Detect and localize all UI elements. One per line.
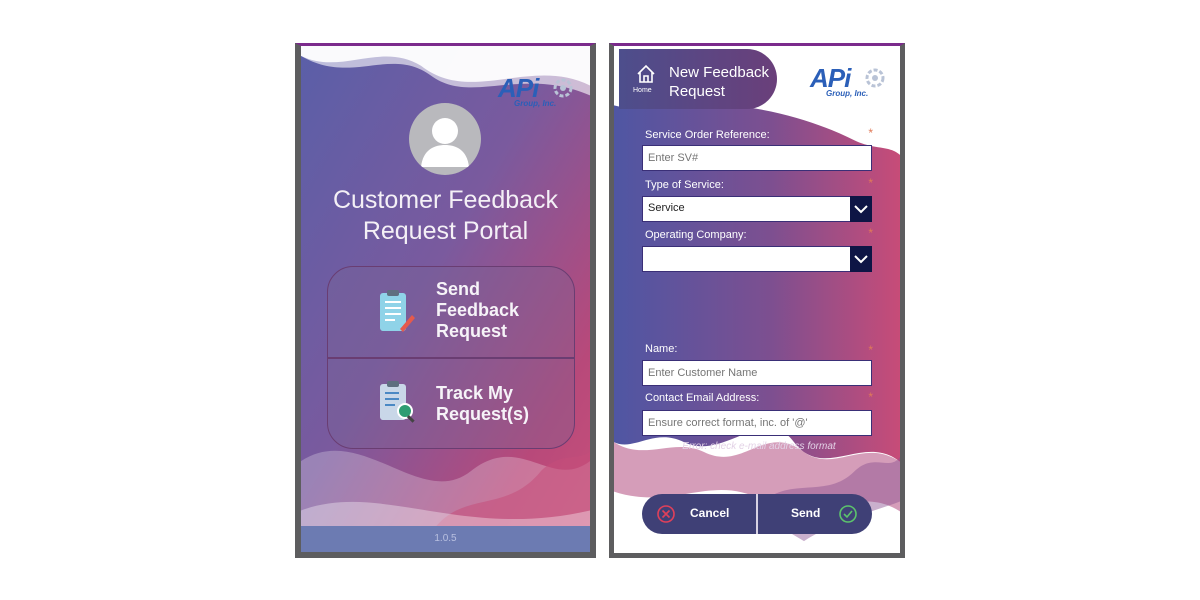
track-requests-label-line-1: Track My bbox=[436, 383, 514, 403]
portal-menu: Send Feedback Request Track My Request(s… bbox=[327, 266, 575, 449]
new-feedback-request-screen: Home New Feedback Request APi Group, Inc… bbox=[609, 43, 905, 558]
gear-icon bbox=[553, 78, 573, 98]
required-marker: * bbox=[868, 126, 873, 140]
portal-home-screen: APi Group, Inc. Customer Feedback Reques… bbox=[295, 43, 596, 558]
operating-company-label: Operating Company: bbox=[645, 229, 747, 241]
logo-subtext: Group, Inc. bbox=[826, 89, 869, 98]
cancel-x-icon bbox=[657, 505, 675, 523]
logo-text: APi bbox=[498, 73, 539, 103]
chevron-down-icon[interactable] bbox=[850, 195, 872, 222]
home-label: Home bbox=[633, 87, 652, 94]
service-type-label: Type of Service: bbox=[645, 179, 724, 191]
required-marker: * bbox=[868, 176, 873, 190]
home-button[interactable]: Home bbox=[629, 59, 665, 99]
customer-name-input[interactable] bbox=[642, 360, 872, 386]
service-type-dropdown[interactable]: Service bbox=[642, 195, 872, 222]
logo-text: APi bbox=[810, 63, 851, 93]
track-requests-button[interactable]: Track My Request(s) bbox=[328, 358, 574, 448]
home-icon bbox=[637, 64, 655, 83]
chevron-down-icon[interactable] bbox=[850, 245, 872, 272]
cancel-button[interactable]: Cancel bbox=[642, 494, 757, 534]
cancel-label: Cancel bbox=[690, 506, 730, 520]
send-feedback-label-line-1: Send bbox=[436, 279, 481, 299]
email-input[interactable] bbox=[642, 410, 872, 436]
send-feedback-label-line-3: Request bbox=[436, 321, 508, 341]
operating-company-dropdown[interactable] bbox=[642, 245, 872, 272]
name-label: Name: bbox=[645, 343, 678, 355]
send-feedback-request-button[interactable]: Send Feedback Request bbox=[328, 267, 574, 357]
portal-title-line-2: Request Portal bbox=[362, 217, 529, 245]
background-waves bbox=[614, 104, 900, 542]
service-order-input[interactable] bbox=[642, 145, 872, 171]
track-requests-label-line-2: Request(s) bbox=[436, 404, 530, 424]
required-marker: * bbox=[868, 390, 873, 404]
email-label: Contact Email Address: bbox=[645, 392, 760, 404]
clipboard-search-icon bbox=[380, 381, 415, 423]
api-logo: APi Group, Inc. bbox=[810, 63, 885, 98]
form-action-bar: Cancel Send bbox=[642, 494, 872, 534]
form-title: New Feedback Request bbox=[669, 63, 769, 101]
gear-icon bbox=[865, 68, 885, 88]
required-marker: * bbox=[868, 226, 873, 240]
send-button[interactable]: Send bbox=[758, 494, 872, 534]
check-circle-icon bbox=[839, 505, 857, 523]
app-version: 1.0.5 bbox=[301, 526, 590, 552]
send-label: Send bbox=[791, 506, 821, 520]
form-title-line-1: New Feedback bbox=[669, 64, 770, 81]
user-avatar-icon bbox=[409, 103, 481, 175]
service-order-label: Service Order Reference: bbox=[645, 129, 770, 141]
email-error-message: Error: check e-mail address format bbox=[682, 441, 836, 452]
logo-subtext: Group, Inc. bbox=[514, 99, 557, 108]
portal-title-line-1: Customer Feedback bbox=[332, 186, 559, 214]
header-pill: Home New Feedback Request bbox=[619, 49, 777, 109]
send-feedback-label-line-2: Feedback bbox=[436, 300, 520, 320]
form-title-line-2: Request bbox=[669, 83, 725, 100]
clipboard-pen-icon bbox=[380, 290, 415, 332]
api-logo: APi Group, Inc. bbox=[498, 73, 573, 108]
service-type-value: Service bbox=[648, 202, 685, 214]
required-marker: * bbox=[868, 343, 873, 357]
